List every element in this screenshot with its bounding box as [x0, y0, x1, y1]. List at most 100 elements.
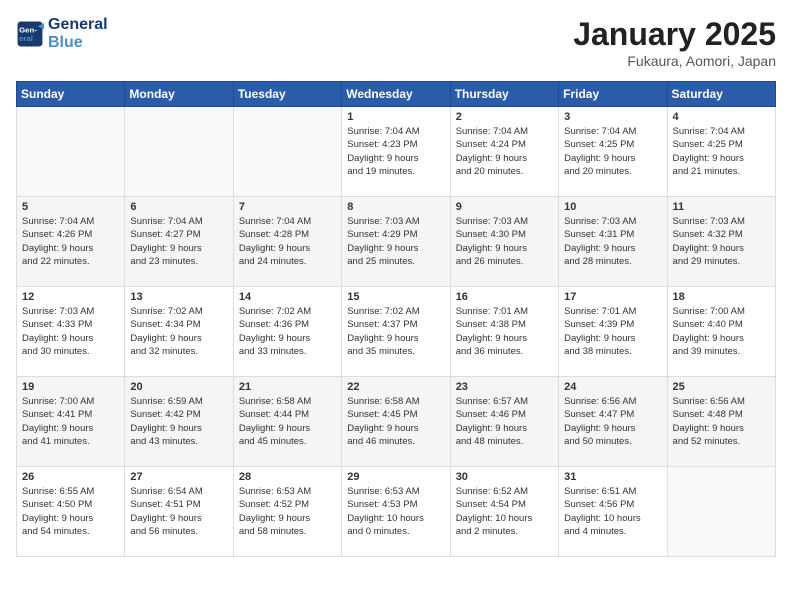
day-number: 3	[564, 111, 661, 123]
calendar-day-cell: 21 Sunrise: 6:58 AM Sunset: 4:44 PM Dayli…	[233, 377, 341, 467]
day-number: 26	[22, 471, 119, 483]
calendar-day-cell: 25Sunrise: 6:56 AM Sunset: 4:48 PM Dayli…	[667, 377, 775, 467]
day-number: 7	[239, 201, 336, 213]
day-number: 23	[456, 381, 553, 393]
day-number: 19	[22, 381, 119, 393]
weekday-header-cell: Wednesday	[342, 82, 450, 107]
calendar-day-cell	[125, 107, 233, 197]
day-number: 20	[130, 381, 227, 393]
day-info: Sunrise: 7:03 AM Sunset: 4:30 PM Dayligh…	[456, 215, 553, 268]
day-info: Sunrise: 7:03 AM Sunset: 4:32 PM Dayligh…	[673, 215, 770, 268]
day-info: Sunrise: 7:04 AM Sunset: 4:26 PM Dayligh…	[22, 215, 119, 268]
day-info: Sunrise: 6:53 AM Sunset: 4:53 PM Dayligh…	[347, 485, 444, 538]
calendar-day-cell: 5 Sunrise: 7:04 AM Sunset: 4:26 PM Daylig…	[17, 197, 125, 287]
calendar-day-cell: 27Sunrise: 6:54 AM Sunset: 4:51 PM Dayli…	[125, 467, 233, 557]
day-info: Sunrise: 7:04 AM Sunset: 4:23 PM Dayligh…	[347, 125, 444, 178]
day-number: 30	[456, 471, 553, 483]
calendar-day-cell: 9 Sunrise: 7:03 AM Sunset: 4:30 PM Daylig…	[450, 197, 558, 287]
calendar-day-cell: 28 Sunrise: 6:53 AM Sunset: 4:52 PM Dayli…	[233, 467, 341, 557]
day-info: Sunrise: 7:04 AM Sunset: 4:25 PM Dayligh…	[564, 125, 661, 178]
calendar-day-cell	[233, 107, 341, 197]
weekday-header-row: SundayMondayTuesdayWednesdayThursdayFrid…	[17, 82, 776, 107]
day-info: Sunrise: 6:52 AM Sunset: 4:54 PM Dayligh…	[456, 485, 553, 538]
day-number: 27	[130, 471, 227, 483]
day-info: Sunrise: 6:57 AM Sunset: 4:46 PM Dayligh…	[456, 395, 553, 448]
calendar-day-cell: 1Sunrise: 7:04 AM Sunset: 4:23 PM Daylig…	[342, 107, 450, 197]
day-number: 25	[673, 381, 770, 393]
day-info: Sunrise: 6:56 AM Sunset: 4:47 PM Dayligh…	[564, 395, 661, 448]
day-info: Sunrise: 7:02 AM Sunset: 4:36 PM Dayligh…	[239, 305, 336, 358]
day-number: 2	[456, 111, 553, 123]
day-number: 6	[130, 201, 227, 213]
month-title: January 2025	[573, 16, 776, 53]
logo-text-blue: Blue	[48, 34, 108, 52]
day-number: 5	[22, 201, 119, 213]
day-info: Sunrise: 7:03 AM Sunset: 4:33 PM Dayligh…	[22, 305, 119, 358]
calendar-table: SundayMondayTuesdayWednesdayThursdayFrid…	[16, 81, 776, 557]
calendar-day-cell: 13 Sunrise: 7:02 AM Sunset: 4:34 PM Dayli…	[125, 287, 233, 377]
calendar-day-cell: 15Sunrise: 7:02 AM Sunset: 4:37 PM Dayli…	[342, 287, 450, 377]
day-info: Sunrise: 7:02 AM Sunset: 4:34 PM Dayligh…	[130, 305, 227, 358]
day-info: Sunrise: 7:01 AM Sunset: 4:38 PM Dayligh…	[456, 305, 553, 358]
calendar-week-row: 1Sunrise: 7:04 AM Sunset: 4:23 PM Daylig…	[17, 107, 776, 197]
day-info: Sunrise: 7:00 AM Sunset: 4:41 PM Dayligh…	[22, 395, 119, 448]
day-number: 14	[239, 291, 336, 303]
day-info: Sunrise: 6:55 AM Sunset: 4:50 PM Dayligh…	[22, 485, 119, 538]
weekday-header-cell: Saturday	[667, 82, 775, 107]
calendar-day-cell: 23 Sunrise: 6:57 AM Sunset: 4:46 PM Dayli…	[450, 377, 558, 467]
svg-text:Gen-: Gen-	[19, 25, 37, 34]
calendar-day-cell	[667, 467, 775, 557]
day-number: 4	[673, 111, 770, 123]
calendar-day-cell: 17 Sunrise: 7:01 AM Sunset: 4:39 PM Dayli…	[559, 287, 667, 377]
calendar-day-cell: 4 Sunrise: 7:04 AM Sunset: 4:25 PM Daylig…	[667, 107, 775, 197]
day-number: 31	[564, 471, 661, 483]
day-number: 21	[239, 381, 336, 393]
day-info: Sunrise: 7:04 AM Sunset: 4:24 PM Dayligh…	[456, 125, 553, 178]
calendar-body: 1Sunrise: 7:04 AM Sunset: 4:23 PM Daylig…	[17, 107, 776, 557]
calendar-week-row: 5 Sunrise: 7:04 AM Sunset: 4:26 PM Daylig…	[17, 197, 776, 287]
day-info: Sunrise: 6:53 AM Sunset: 4:52 PM Dayligh…	[239, 485, 336, 538]
calendar-day-cell: 2 Sunrise: 7:04 AM Sunset: 4:24 PM Daylig…	[450, 107, 558, 197]
calendar-day-cell: 7Sunrise: 7:04 AM Sunset: 4:28 PM Daylig…	[233, 197, 341, 287]
calendar-day-cell: 24 Sunrise: 6:56 AM Sunset: 4:47 PM Dayli…	[559, 377, 667, 467]
day-number: 13	[130, 291, 227, 303]
calendar-day-cell: 30 Sunrise: 6:52 AM Sunset: 4:54 PM Dayli…	[450, 467, 558, 557]
calendar-day-cell: 11Sunrise: 7:03 AM Sunset: 4:32 PM Dayli…	[667, 197, 775, 287]
logo-text-general: General	[48, 16, 108, 34]
day-number: 16	[456, 291, 553, 303]
day-number: 9	[456, 201, 553, 213]
day-info: Sunrise: 7:01 AM Sunset: 4:39 PM Dayligh…	[564, 305, 661, 358]
calendar-day-cell: 16 Sunrise: 7:01 AM Sunset: 4:38 PM Dayli…	[450, 287, 558, 377]
calendar-day-cell: 8 Sunrise: 7:03 AM Sunset: 4:29 PM Daylig…	[342, 197, 450, 287]
title-block: January 2025 Fukaura, Aomori, Japan	[573, 16, 776, 69]
calendar-week-row: 12 Sunrise: 7:03 AM Sunset: 4:33 PM Dayli…	[17, 287, 776, 377]
day-number: 17	[564, 291, 661, 303]
day-info: Sunrise: 6:58 AM Sunset: 4:45 PM Dayligh…	[347, 395, 444, 448]
day-info: Sunrise: 7:03 AM Sunset: 4:29 PM Dayligh…	[347, 215, 444, 268]
svg-text:eral: eral	[19, 34, 33, 43]
calendar-day-cell	[17, 107, 125, 197]
day-number: 18	[673, 291, 770, 303]
calendar-week-row: 19 Sunrise: 7:00 AM Sunset: 4:41 PM Dayli…	[17, 377, 776, 467]
day-number: 8	[347, 201, 444, 213]
weekday-header-cell: Tuesday	[233, 82, 341, 107]
day-info: Sunrise: 6:59 AM Sunset: 4:42 PM Dayligh…	[130, 395, 227, 448]
day-info: Sunrise: 6:58 AM Sunset: 4:44 PM Dayligh…	[239, 395, 336, 448]
day-number: 22	[347, 381, 444, 393]
location-subtitle: Fukaura, Aomori, Japan	[573, 53, 776, 69]
calendar-day-cell: 12 Sunrise: 7:03 AM Sunset: 4:33 PM Dayli…	[17, 287, 125, 377]
day-number: 24	[564, 381, 661, 393]
day-info: Sunrise: 7:04 AM Sunset: 4:25 PM Dayligh…	[673, 125, 770, 178]
calendar-day-cell: 22 Sunrise: 6:58 AM Sunset: 4:45 PM Dayli…	[342, 377, 450, 467]
weekday-header-cell: Sunday	[17, 82, 125, 107]
calendar-day-cell: 20 Sunrise: 6:59 AM Sunset: 4:42 PM Dayli…	[125, 377, 233, 467]
calendar-week-row: 26 Sunrise: 6:55 AM Sunset: 4:50 PM Dayli…	[17, 467, 776, 557]
calendar-day-cell: 3 Sunrise: 7:04 AM Sunset: 4:25 PM Daylig…	[559, 107, 667, 197]
weekday-header-cell: Monday	[125, 82, 233, 107]
day-number: 12	[22, 291, 119, 303]
day-info: Sunrise: 7:02 AM Sunset: 4:37 PM Dayligh…	[347, 305, 444, 358]
day-number: 28	[239, 471, 336, 483]
calendar-day-cell: 26 Sunrise: 6:55 AM Sunset: 4:50 PM Dayli…	[17, 467, 125, 557]
day-info: Sunrise: 7:04 AM Sunset: 4:27 PM Dayligh…	[130, 215, 227, 268]
weekday-header-cell: Thursday	[450, 82, 558, 107]
